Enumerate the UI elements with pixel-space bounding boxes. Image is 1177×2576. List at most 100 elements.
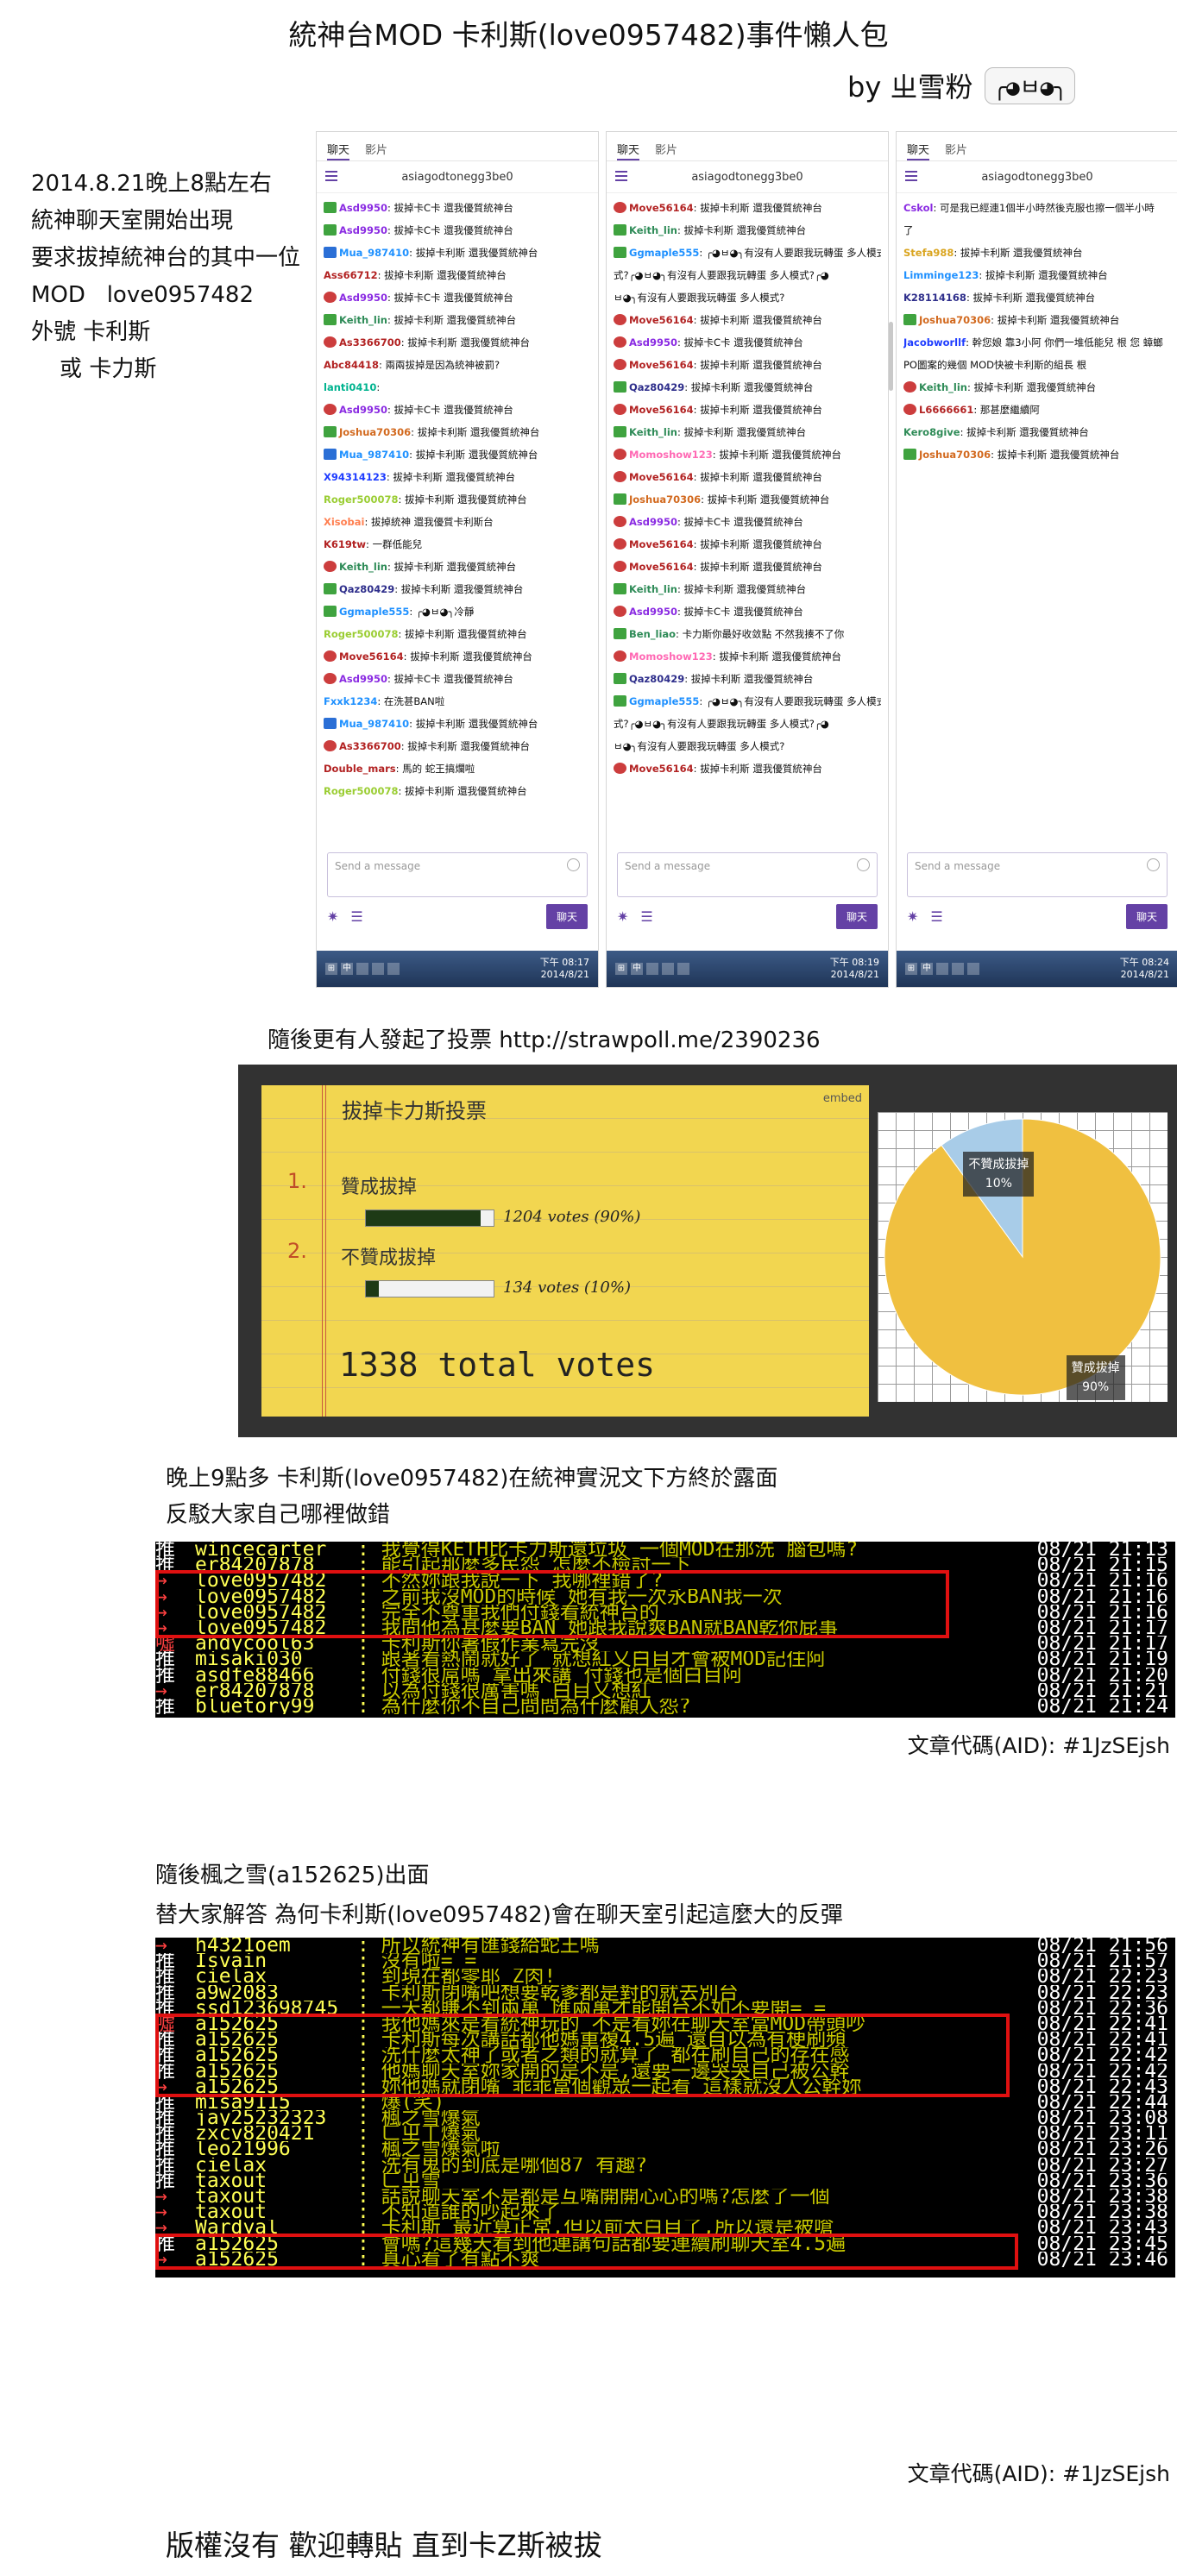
embed-link[interactable]: embed [823, 1092, 862, 1105]
chat-username[interactable]: Move56164 [629, 359, 694, 371]
chat-username[interactable]: Move56164 [629, 561, 694, 573]
chat-username[interactable]: Ass66712 [324, 269, 378, 281]
chat-username[interactable]: L6666661 [919, 404, 973, 416]
chat-username[interactable]: Fxxk1234 [324, 695, 377, 707]
tab-video[interactable]: 影片 [655, 141, 677, 160]
chat-username[interactable]: Roger500078 [324, 493, 398, 506]
chat-username[interactable]: Joshua70306 [919, 314, 991, 326]
chat-username[interactable]: Abc84418 [324, 359, 379, 371]
chat-input[interactable]: Send a message [907, 852, 1168, 897]
settings-icon[interactable]: ✷ [907, 908, 918, 925]
chat-username[interactable]: Roger500078 [324, 628, 398, 640]
chat-username[interactable]: Ggmaple555 [629, 695, 699, 707]
chat-username[interactable]: Move56164 [629, 471, 694, 483]
app-icon[interactable] [356, 963, 368, 975]
chat-username[interactable]: Asd9950 [629, 336, 677, 349]
list-icon[interactable]: ☰ [640, 908, 652, 925]
chat-username[interactable]: Keith_lin [629, 426, 677, 438]
chat-username[interactable]: Qaz80429 [339, 583, 394, 595]
send-button[interactable]: 聊天 [835, 903, 878, 929]
chat-username[interactable]: Move56164 [629, 763, 694, 775]
app-icon[interactable] [646, 963, 658, 975]
chat-username[interactable]: Stefa988 [903, 247, 954, 259]
chat-username[interactable]: As3366700 [339, 740, 401, 752]
chat-username[interactable]: Asd9950 [339, 673, 387, 685]
chat-username[interactable]: Keith_lin [919, 381, 967, 393]
chat-input[interactable]: Send a message [327, 852, 588, 897]
settings-icon[interactable]: ✷ [617, 908, 628, 925]
chat-username[interactable]: Mua_987410 [339, 718, 409, 730]
chat-username[interactable]: X94314123 [324, 471, 387, 483]
chat-username[interactable]: Asd9950 [339, 202, 387, 214]
chat-username[interactable]: Momoshow123 [629, 650, 713, 663]
chat-username[interactable]: Asd9950 [339, 404, 387, 416]
chat-username[interactable]: Qaz80429 [629, 381, 684, 393]
menu-icon[interactable] [905, 171, 917, 181]
chat-username[interactable]: As3366700 [339, 336, 401, 349]
chat-username[interactable]: Ggmaple555 [339, 606, 409, 618]
chat-username[interactable]: Joshua70306 [919, 449, 991, 461]
chat-username[interactable]: K28114168 [903, 292, 966, 304]
ime-icon[interactable]: 中 [921, 963, 933, 975]
menu-icon[interactable] [615, 171, 627, 181]
chat-username[interactable]: Keith_lin [629, 583, 677, 595]
chat-username[interactable]: Keith_lin [339, 561, 387, 573]
start-icon[interactable]: ⊞ [615, 963, 627, 975]
settings-icon[interactable]: ✷ [327, 908, 338, 925]
chat-username[interactable]: Move56164 [339, 650, 404, 663]
menu-icon[interactable] [325, 171, 337, 181]
app-icon[interactable] [387, 963, 400, 975]
chat-username[interactable]: Move56164 [629, 202, 694, 214]
app-icon[interactable] [662, 963, 674, 975]
send-button[interactable]: 聊天 [1125, 903, 1168, 929]
app-icon[interactable] [372, 963, 384, 975]
chat-username[interactable]: Qaz80429 [629, 673, 684, 685]
app-icon[interactable] [677, 963, 689, 975]
chat-username[interactable]: Move56164 [629, 538, 694, 550]
tab-video[interactable]: 影片 [945, 141, 967, 160]
chat-username[interactable]: Jacobworllf [903, 336, 966, 349]
chat-input[interactable]: Send a message [617, 852, 878, 897]
chat-username[interactable]: Ggmaple555 [629, 247, 699, 259]
chat-username[interactable]: Roger500078 [324, 785, 398, 797]
chat-username[interactable]: Asd9950 [629, 606, 677, 618]
tab-chat[interactable]: 聊天 [907, 141, 930, 160]
start-icon[interactable]: ⊞ [325, 963, 337, 975]
send-button[interactable]: 聊天 [545, 903, 588, 929]
start-icon[interactable]: ⊞ [905, 963, 917, 975]
ime-icon[interactable]: 中 [631, 963, 643, 975]
chat-username[interactable]: Ben_liao [629, 628, 676, 640]
chat-username[interactable]: Joshua70306 [629, 493, 701, 506]
app-icon[interactable] [967, 963, 979, 975]
chat-username[interactable]: K619tw [324, 538, 366, 550]
app-icon[interactable] [936, 963, 948, 975]
chat-username[interactable]: Move56164 [629, 404, 694, 416]
chat-username[interactable]: Momoshow123 [629, 449, 713, 461]
chat-username[interactable]: Limminge123 [903, 269, 979, 281]
chat-username[interactable]: Cskol [903, 202, 933, 214]
chat-username[interactable]: Move56164 [629, 314, 694, 326]
list-icon[interactable]: ☰ [350, 908, 362, 925]
app-icon[interactable] [952, 963, 964, 975]
chat-username[interactable]: Asd9950 [339, 292, 387, 304]
emoticon-icon[interactable] [1147, 858, 1160, 871]
ime-icon[interactable]: 中 [341, 963, 353, 975]
scrollbar[interactable] [889, 322, 893, 391]
chat-username[interactable]: Kero8give [903, 426, 960, 438]
emoticon-icon[interactable] [857, 858, 870, 871]
chat-username[interactable]: Keith_lin [339, 314, 387, 326]
chat-username[interactable]: Asd9950 [629, 516, 677, 528]
chat-username[interactable]: Xisobai [324, 516, 365, 528]
chat-username[interactable]: Keith_lin [629, 224, 677, 236]
list-icon[interactable]: ☰ [930, 908, 942, 925]
chat-username[interactable]: Double_mars [324, 763, 396, 775]
emoticon-icon[interactable] [567, 858, 580, 871]
chat-username[interactable]: Mua_987410 [339, 449, 409, 461]
tab-chat[interactable]: 聊天 [327, 141, 350, 160]
chat-username[interactable]: Joshua70306 [339, 426, 411, 438]
chat-username[interactable]: Mua_987410 [339, 247, 409, 259]
tab-chat[interactable]: 聊天 [617, 141, 640, 160]
tab-video[interactable]: 影片 [365, 141, 387, 160]
chat-username[interactable]: lanti0410 [324, 381, 376, 393]
chat-username[interactable]: Asd9950 [339, 224, 387, 236]
